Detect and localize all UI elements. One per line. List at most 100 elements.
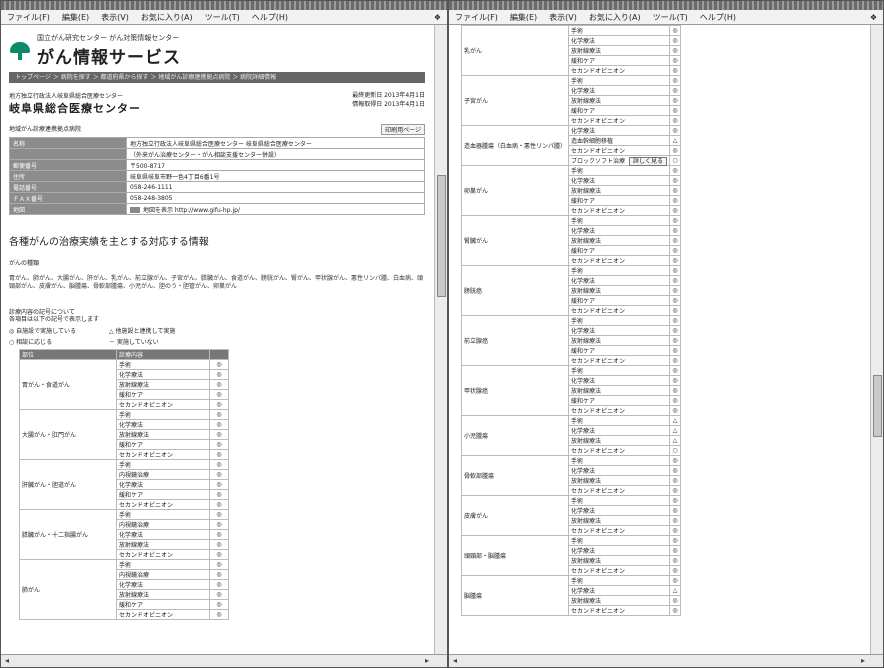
cancer-category: 造血器腫瘍（白血病・悪性リンパ腫） (460, 125, 570, 166)
availability-mark: ◎ (669, 545, 681, 556)
map-icon[interactable] (130, 207, 140, 213)
availability-mark: ◎ (669, 515, 681, 526)
cancer-category: 子宮がん (460, 75, 570, 126)
availability-mark: ◎ (209, 589, 229, 600)
cancer-category: 前立腺癌 (460, 315, 570, 366)
availability-mark: ◎ (209, 489, 229, 500)
menu-view[interactable]: 表示(V) (101, 12, 129, 23)
treatment-name: 化学療法 (116, 419, 210, 430)
availability-mark: ◎ (669, 495, 681, 506)
availability-mark: ◎ (669, 525, 681, 536)
scroll-thumb[interactable] (437, 175, 446, 297)
scroll-left-icon[interactable]: ◂ (453, 656, 457, 665)
treatment-name: 手術 (568, 365, 671, 376)
menu-edit[interactable]: 編集(E) (510, 12, 537, 23)
treatment-name: 化学療法 (568, 375, 671, 386)
table-row: 膀胱癌 手術 ◎ (460, 265, 681, 316)
availability-mark: ◎ (669, 395, 681, 406)
scroll-thumb[interactable] (873, 375, 882, 437)
legend-item: ◎ 自施設で実施している (9, 328, 76, 335)
treatment-name: 手術 (568, 455, 671, 466)
availability-mark: ◎ (209, 449, 229, 460)
table-row: 肝臓がん・胆道がん 手術 ◎ (19, 459, 229, 510)
table-header-cell: 診療内容 (116, 349, 210, 360)
horizontal-scrollbar[interactable]: ◂ ▸ (449, 654, 883, 667)
menu-file[interactable]: ファイル(F) (7, 12, 50, 23)
section-title: 地域がん診療連携拠点病院 (9, 126, 82, 133)
logo-subtitle: 国立がん研究センター がん対策情報センター (37, 34, 180, 42)
treatment-name: 放射線療法 (568, 235, 671, 246)
info-value[interactable]: 地図を表示 http://www.gifu-hp.jp/ (126, 203, 425, 215)
availability-mark: ◎ (669, 315, 681, 326)
table-header-cell: 部位 (19, 349, 117, 360)
treatment-name: 放射線療法 (568, 555, 671, 566)
treatment-name: 緩和ケア (568, 55, 671, 66)
scroll-left-icon[interactable]: ◂ (5, 656, 9, 665)
treatment-name: 手術 (568, 415, 671, 426)
treatment-name: 放射線療法 (568, 185, 671, 196)
availability-mark: ◎ (669, 595, 681, 606)
treatment-name: セカンドオピニオン (568, 305, 671, 316)
availability-mark: ◎ (209, 529, 229, 540)
menu-tools[interactable]: ツール(T) (205, 12, 240, 23)
table-row: 造血器腫瘍（白血病・悪性リンパ腫） 化学療法 ◎ (460, 125, 681, 166)
availability-mark: ◎ (209, 409, 229, 420)
hospital-info-table: 名称 地方独立行政法人岐阜県総合医療センター 岐阜県総合医療センター （外来がん治療… (9, 137, 425, 215)
treatment-name: 化学療法 (568, 425, 671, 436)
title-bar[interactable] (449, 1, 883, 10)
menu-tools[interactable]: ツール(T) (653, 12, 688, 23)
title-bar[interactable] (1, 1, 447, 10)
page-content: 国立がん研究センター がん対策情報センター がん情報サービス トップページ ＞ … (1, 25, 433, 655)
availability-mark: ◎ (669, 85, 681, 96)
treatment-name: 緩和ケア (116, 489, 210, 500)
vertical-scrollbar[interactable] (434, 25, 447, 655)
treatment-name: 手術 (568, 495, 671, 506)
vertical-scrollbar[interactable] (870, 25, 883, 655)
menu-favorites[interactable]: お気に入り(A) (589, 12, 641, 23)
treatment-name: 化学療法 (568, 585, 671, 596)
treatment-name: 内視鏡治療 (116, 469, 210, 480)
availability-mark: ◎ (669, 55, 681, 66)
info-value: 〒500-8717 (126, 159, 425, 171)
info-key: ＦＡＸ番号 (9, 192, 127, 204)
treatment-name: ブロックソフト治療 詳しく見る (568, 155, 671, 166)
treatment-name: 化学療法 (116, 479, 210, 490)
treatment-name: セカンドオピニオン (568, 485, 671, 496)
treatment-name: 化学療法 (568, 275, 671, 286)
print-button[interactable]: 印刷用ページ (381, 124, 425, 135)
site-logo[interactable]: 国立がん研究センター がん対策情報センター がん情報サービス (9, 33, 425, 68)
legend-item: △ 他施設と連携して実施 (109, 328, 176, 335)
treatment-name: 手術 (116, 559, 210, 570)
legend-item: ○ 相談に応じる (9, 339, 53, 346)
table-row: 大腸がん・肛門がん 手術 ◎ (19, 409, 229, 460)
legend-title: 診療内容の記号について 各項目は以下の記号で表示します (9, 309, 425, 323)
treatment-name: 手術 (568, 535, 671, 546)
treatment-name: セカンドオピニオン (568, 205, 671, 216)
scroll-right-icon[interactable]: ▸ (425, 656, 429, 665)
availability-mark: ◎ (209, 369, 229, 380)
tree-logo-icon (9, 41, 31, 60)
table-row: 骨軟部腫瘍 手術 ◎ (460, 455, 681, 496)
treatment-name: 放射線療法 (116, 379, 210, 390)
menu-edit[interactable]: 編集(E) (62, 12, 89, 23)
treatment-name: 放射線療法 (568, 335, 671, 346)
cancer-category: 小児腫瘍 (460, 415, 570, 456)
availability-mark: ◎ (669, 215, 681, 226)
availability-mark: ◎ (209, 429, 229, 440)
availability-mark: ◎ (669, 45, 681, 56)
menu-favorites[interactable]: お気に入り(A) (141, 12, 193, 23)
treatment-name: 化学療法 (568, 175, 671, 186)
availability-mark: ◎ (209, 559, 229, 570)
scroll-right-icon[interactable]: ▸ (861, 656, 865, 665)
menu-file[interactable]: ファイル(F) (455, 12, 498, 23)
availability-mark: ◎ (669, 305, 681, 316)
breadcrumb[interactable]: トップページ ＞ 病院を探す ＞ 都道府県から探す ＞ 地域がん診療連携拠点病院… (9, 72, 425, 83)
treatment-name: 手術 (568, 25, 671, 36)
menu-view[interactable]: 表示(V) (549, 12, 577, 23)
treatment-name: 放射線療法 (568, 45, 671, 56)
detail-button[interactable]: 詳しく見る (629, 157, 668, 166)
menu-help[interactable]: ヘルプ(H) (700, 12, 736, 23)
availability-mark: ◎ (669, 95, 681, 106)
menu-help[interactable]: ヘルプ(H) (252, 12, 288, 23)
horizontal-scrollbar[interactable]: ◂ ▸ (1, 654, 447, 667)
